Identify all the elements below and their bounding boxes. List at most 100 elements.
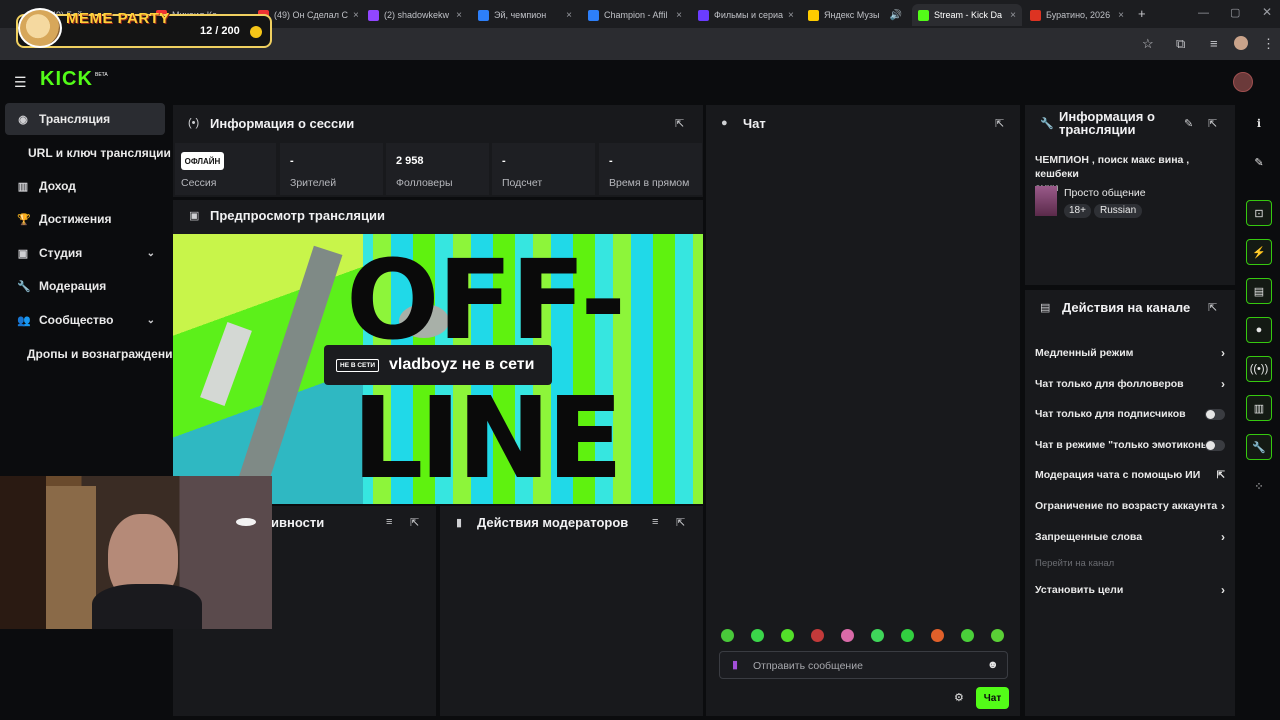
- info-icon[interactable]: ℹ: [1246, 110, 1272, 136]
- sidebar-item-moderation[interactable]: 🔧 Модерация: [5, 270, 165, 302]
- action-go-to-channel: Перейти на канал: [1035, 557, 1115, 569]
- offline-message: vladboyz не в сети: [389, 356, 535, 373]
- emote-icon[interactable]: [991, 629, 1004, 642]
- popout-icon[interactable]: ⇱: [995, 117, 1004, 130]
- filter-icon[interactable]: ≡: [652, 516, 658, 528]
- chat-send-button[interactable]: Чат: [976, 687, 1009, 709]
- microphone-icon[interactable]: ▮: [732, 658, 738, 671]
- emote-icon[interactable]: [931, 629, 944, 642]
- play-icon: [698, 9, 709, 21]
- close-tab-icon[interactable]: ×: [353, 10, 358, 21]
- emotes-only-toggle[interactable]: [1205, 439, 1225, 451]
- bolt-icon[interactable]: ⚡: [1246, 239, 1272, 265]
- chat-settings-gear-icon[interactable]: ⚙: [954, 691, 964, 704]
- action-followers-only[interactable]: Чат только для фолловеров ›: [1035, 374, 1225, 394]
- tab-favicon-icon: [1030, 9, 1041, 21]
- emote-icon[interactable]: [781, 629, 794, 642]
- action-account-age[interactable]: Ограничение по возрасту аккаунта ›: [1035, 496, 1225, 516]
- browser-tab-active[interactable]: Stream - Kick Da ×: [912, 4, 1022, 26]
- emote-icon[interactable]: [901, 629, 914, 642]
- stat-viewers: - Зрителей: [280, 143, 383, 195]
- coin-icon: [250, 26, 262, 38]
- sidebar-item-drops[interactable]: Дропы и вознаграждение: [27, 347, 179, 361]
- action-ai-moderation[interactable]: Модерация чата с помощью ИИ ⇱: [1035, 465, 1225, 485]
- chat-bubble-icon: ●: [721, 117, 728, 129]
- bookmark-star-icon[interactable]: ☆: [1142, 36, 1154, 52]
- sidebar-item-stream-url-key[interactable]: URL и ключ трансляции: [28, 146, 171, 160]
- category-thumbnail[interactable]: [1035, 186, 1057, 216]
- chevron-down-icon: ⌄: [146, 247, 155, 259]
- emote-icon[interactable]: [811, 629, 824, 642]
- action-banned-words[interactable]: Запрещенные слова ›: [1035, 527, 1225, 547]
- profile-icon[interactable]: [1234, 36, 1248, 50]
- kick-logo[interactable]: KICK: [40, 68, 93, 91]
- wrench-icon: 🔧: [1040, 118, 1054, 130]
- chevron-right-icon: ›: [1221, 377, 1225, 391]
- action-slow-mode[interactable]: Медленный режим ›: [1035, 343, 1225, 363]
- chevron-right-icon: ›: [1221, 499, 1225, 513]
- close-tab-icon[interactable]: ×: [788, 10, 794, 21]
- close-tab-icon[interactable]: ×: [1118, 10, 1124, 21]
- emote-icon[interactable]: [721, 629, 734, 642]
- browser-tab[interactable]: (2) shadowkekw ×: [362, 4, 468, 26]
- add-widget-icon[interactable]: ⁘: [1246, 473, 1272, 499]
- sidebar-item-community[interactable]: 👥 Сообщество ⌄: [5, 304, 165, 336]
- sidebar-item-income[interactable]: ▥ Доход: [5, 170, 165, 202]
- subscribers-only-toggle[interactable]: [1205, 408, 1225, 420]
- offline-tag: НЕ В СЕТИ: [336, 358, 380, 372]
- browser-tab[interactable]: Буратино, 2026 ×: [1024, 4, 1130, 26]
- broadcast-icon[interactable]: ((•)): [1246, 356, 1272, 382]
- action-subscribers-only[interactable]: Чат только для подписчиков: [1035, 404, 1225, 424]
- emote-icon[interactable]: [841, 629, 854, 642]
- offline-image-text-off: OFF-: [346, 236, 626, 364]
- browser-tab[interactable]: Яндекс Музы 🔊: [802, 4, 908, 26]
- shield-icon: ▮: [456, 517, 463, 529]
- speaker-icon[interactable]: 🔊: [890, 10, 902, 21]
- popout-icon[interactable]: ⇱: [676, 516, 685, 529]
- popout-icon[interactable]: ⇱: [675, 117, 684, 130]
- activity-title: ивности: [271, 515, 325, 530]
- sidebar-item-stream[interactable]: ◉ Трансляция: [5, 103, 165, 135]
- emote-icon[interactable]: [871, 629, 884, 642]
- emote-icon[interactable]: [961, 629, 974, 642]
- emote-icon[interactable]: [751, 629, 764, 642]
- close-tab-icon[interactable]: ×: [456, 10, 462, 21]
- action-emotes-only[interactable]: Чат в режиме "только эмотиконы": [1035, 435, 1225, 455]
- emoji-icon[interactable]: ☻: [987, 659, 999, 671]
- extensions-icon[interactable]: ⧉: [1176, 36, 1185, 52]
- popout-icon[interactable]: ⇱: [410, 516, 419, 529]
- sidebar-item-achievements[interactable]: 🏆 Достижения: [5, 203, 165, 235]
- user-avatar[interactable]: [1233, 72, 1253, 92]
- hamburger-menu-icon[interactable]: ☰: [14, 74, 27, 91]
- tab-favicon-icon: [478, 9, 489, 21]
- app-header: [0, 60, 1280, 102]
- edit-pencil-icon[interactable]: ✎: [1246, 149, 1272, 175]
- maximize-icon[interactable]: ▢: [1230, 6, 1240, 19]
- stream-category[interactable]: Просто общение: [1064, 187, 1146, 199]
- filter-icon[interactable]: ≡: [386, 516, 392, 528]
- wrench-icon[interactable]: 🔧: [1246, 434, 1272, 460]
- sidebar-item-studio[interactable]: ▣ Студия ⌄: [5, 237, 165, 269]
- browser-tab[interactable]: Фильмы и сериа ×: [692, 4, 798, 26]
- wrench-icon: 🔧: [17, 280, 31, 293]
- close-window-icon[interactable]: ✕: [1262, 5, 1272, 19]
- browser-tab[interactable]: Эй, чемпион ×: [472, 4, 578, 26]
- new-tab-icon[interactable]: +: [1138, 6, 1146, 21]
- edit-pencil-icon[interactable]: ✎: [1184, 117, 1193, 130]
- action-set-goals[interactable]: Установить цели ›: [1035, 580, 1225, 600]
- popout-icon[interactable]: ⇱: [1208, 301, 1217, 314]
- popout-icon[interactable]: ⇱: [1208, 117, 1217, 130]
- clipboard-icon[interactable]: ▤: [1246, 278, 1272, 304]
- close-tab-icon[interactable]: ×: [566, 10, 572, 21]
- minimize-icon[interactable]: —: [1198, 7, 1209, 19]
- actions-list-icon[interactable]: ▥: [1246, 395, 1272, 421]
- browser-tab[interactable]: Champion - Affil ×: [582, 4, 688, 26]
- menu-icon[interactable]: ⋮: [1262, 36, 1275, 52]
- tag-language: Russian: [1094, 204, 1143, 218]
- chat-bubble-icon[interactable]: ●: [1246, 317, 1272, 343]
- capture-icon[interactable]: ⊡: [1246, 200, 1272, 226]
- playlist-icon[interactable]: ≡: [1210, 36, 1218, 51]
- chat-input[interactable]: ▮ Отправить сообщение ☻: [719, 651, 1008, 679]
- close-tab-icon[interactable]: ×: [676, 10, 682, 21]
- close-tab-icon[interactable]: ×: [1010, 10, 1016, 21]
